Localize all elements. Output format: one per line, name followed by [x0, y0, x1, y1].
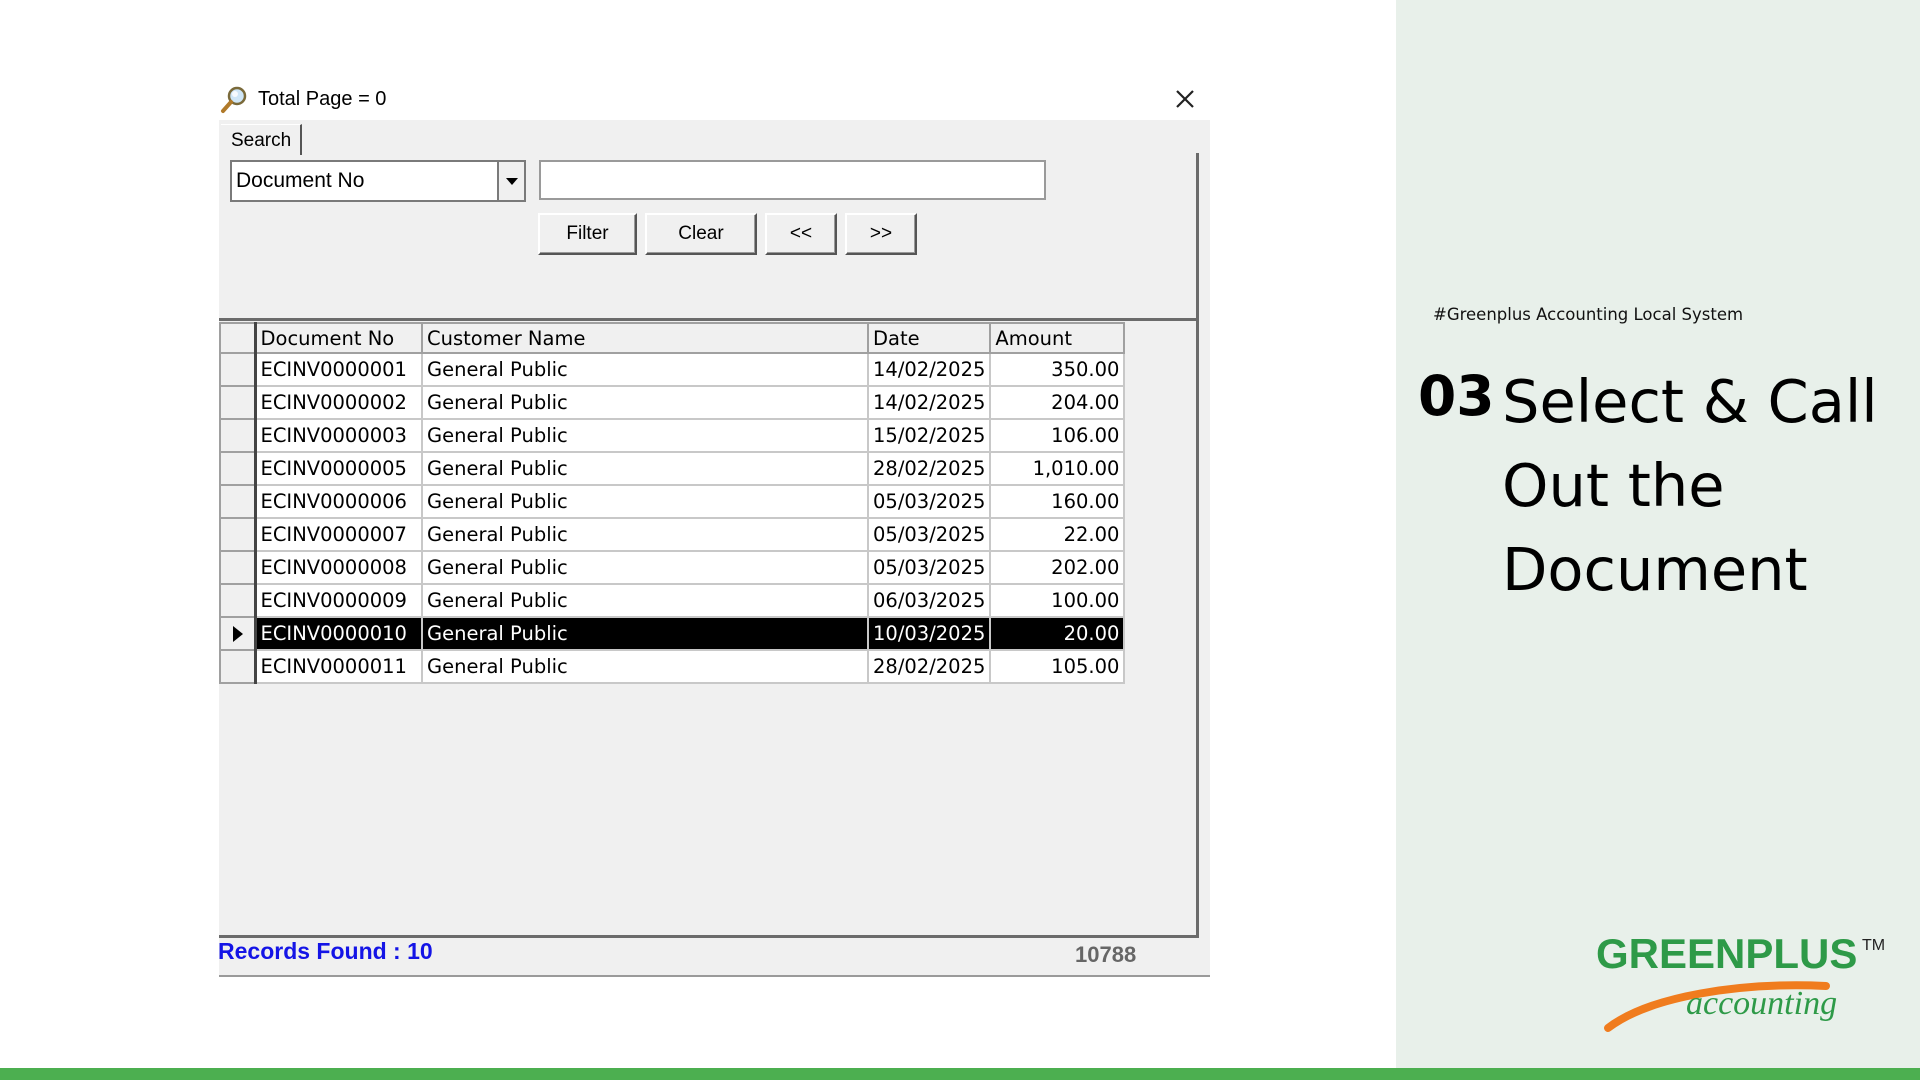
row-header[interactable] — [219, 385, 257, 420]
row-header[interactable] — [219, 583, 257, 618]
status-divider — [219, 975, 1210, 977]
row-header[interactable] — [219, 517, 257, 552]
row-header[interactable] — [219, 484, 257, 519]
records-found: Records Found : 10 — [218, 938, 433, 964]
cell-amount[interactable]: 204.00 — [989, 385, 1126, 420]
step-title: Select & Call Out the Document — [1502, 367, 1878, 604]
cell-amount[interactable]: 100.00 — [989, 583, 1126, 618]
close-icon[interactable] — [1170, 84, 1200, 114]
cell-customer-name[interactable]: General Public — [421, 352, 869, 387]
clear-button-label: Clear — [678, 223, 724, 244]
row-header[interactable] — [219, 616, 257, 651]
cell-customer-name[interactable]: General Public — [421, 649, 869, 684]
row-header[interactable] — [219, 550, 257, 585]
cell-date[interactable]: 05/03/2025 — [866, 484, 992, 519]
table-row[interactable]: ECINV0000001 General Public 14/02/2025 350.… — [219, 352, 1126, 387]
table-row[interactable]: ECINV0000007 General Public 05/03/2025 22.0… — [219, 517, 1126, 552]
clear-button[interactable]: Clear — [645, 213, 757, 255]
cell-document-no[interactable]: ECINV0000007 — [254, 517, 423, 552]
chevron-down-icon[interactable] — [497, 162, 524, 200]
filter-button[interactable]: Filter — [538, 213, 637, 255]
search-field-value: Document No — [236, 169, 365, 192]
cell-document-no[interactable]: ECINV0000010 — [254, 616, 423, 651]
cell-document-no[interactable]: ECINV0000011 — [254, 649, 423, 684]
cell-customer-name[interactable]: General Public — [421, 583, 869, 618]
greenplus-logo: GREENPLUS TM accounting — [1596, 930, 1885, 1032]
cell-date[interactable]: 05/03/2025 — [866, 517, 992, 552]
cell-amount[interactable]: 106.00 — [989, 418, 1126, 453]
logo-brand: GREENPLUS — [1596, 930, 1857, 977]
dialog-title: Total Page = 0 — [258, 87, 387, 110]
table-row[interactable]: ECINV0000010 General Public 10/03/2025 20.0… — [219, 616, 1126, 651]
column-header-customer-name[interactable]: Customer Name — [421, 322, 869, 354]
logo-tm: TM — [1862, 937, 1885, 954]
next-page-button[interactable]: >> — [845, 213, 917, 255]
cell-document-no[interactable]: ECINV0000003 — [254, 418, 423, 453]
column-header-amount[interactable]: Amount — [989, 322, 1126, 354]
cell-document-no[interactable]: ECINV0000001 — [254, 352, 423, 387]
filter-button-label: Filter — [566, 223, 609, 244]
cell-amount[interactable]: 160.00 — [989, 484, 1126, 519]
cell-amount[interactable]: 1,010.00 — [989, 451, 1126, 486]
results-grid: Document No Customer Name Date Amount EC… — [219, 322, 1126, 684]
cell-customer-name[interactable]: General Public — [421, 616, 869, 651]
record-code: 10788 — [1075, 942, 1137, 967]
row-header[interactable] — [219, 418, 257, 453]
search-input[interactable] — [539, 160, 1046, 200]
cell-customer-name[interactable]: General Public — [421, 418, 869, 453]
cell-date[interactable]: 06/03/2025 — [866, 583, 992, 618]
cell-date[interactable]: 05/03/2025 — [866, 550, 992, 585]
cell-document-no[interactable]: ECINV0000006 — [254, 484, 423, 519]
row-header-corner — [219, 322, 257, 354]
row-header[interactable] — [219, 451, 257, 486]
cell-date[interactable]: 14/02/2025 — [866, 352, 992, 387]
cell-date[interactable]: 28/02/2025 — [866, 649, 992, 684]
cell-customer-name[interactable]: General Public — [421, 550, 869, 585]
row-header[interactable] — [219, 352, 257, 387]
table-row[interactable]: ECINV0000002 General Public 14/02/2025 204.… — [219, 385, 1126, 420]
cell-date[interactable]: 14/02/2025 — [866, 385, 992, 420]
cell-amount[interactable]: 20.00 — [989, 616, 1126, 651]
column-header-date[interactable]: Date — [866, 322, 992, 354]
cell-document-no[interactable]: ECINV0000008 — [254, 550, 423, 585]
results-table: Document No Customer Name Date Amount EC… — [219, 322, 1126, 684]
cell-document-no[interactable]: ECINV0000005 — [254, 451, 423, 486]
cell-document-no[interactable]: ECINV0000009 — [254, 583, 423, 618]
tab-search[interactable]: Search — [221, 124, 302, 155]
tagline: #Greenplus Accounting Local System — [1433, 305, 1744, 324]
bottom-accent-bar — [0, 1068, 1920, 1080]
search-field-select[interactable]: Document No — [230, 160, 526, 202]
magnifier-icon — [221, 86, 247, 113]
table-row[interactable]: ECINV0000005 General Public 28/02/2025 1,01… — [219, 451, 1126, 486]
row-pointer-icon — [233, 625, 243, 642]
cell-customer-name[interactable]: General Public — [421, 385, 869, 420]
table-row[interactable]: ECINV0000011 General Public 28/02/2025 105.… — [219, 649, 1126, 684]
step-number: 03 — [1418, 364, 1495, 428]
cell-document-no[interactable]: ECINV0000002 — [254, 385, 423, 420]
table-row[interactable]: ECINV0000003 General Public 15/02/2025 106.… — [219, 418, 1126, 453]
cell-amount[interactable]: 105.00 — [989, 649, 1126, 684]
prev-page-button-label: << — [789, 223, 813, 244]
table-row[interactable]: ECINV0000008 General Public 05/03/2025 202.… — [219, 550, 1126, 585]
table-row[interactable]: ECINV0000006 General Public 05/03/2025 160.… — [219, 484, 1126, 519]
cell-customer-name[interactable]: General Public — [421, 517, 869, 552]
next-page-button-label: >> — [869, 223, 893, 244]
cell-amount[interactable]: 202.00 — [989, 550, 1126, 585]
cell-amount[interactable]: 22.00 — [989, 517, 1126, 552]
table-row[interactable]: ECINV0000009 General Public 06/03/2025 100.… — [219, 583, 1126, 618]
column-header-document-no[interactable]: Document No — [254, 322, 423, 354]
cell-amount[interactable]: 350.00 — [989, 352, 1126, 387]
cell-customer-name[interactable]: General Public — [421, 484, 869, 519]
table-header-row: Document No Customer Name Date Amount — [219, 322, 1126, 354]
cell-date[interactable]: 10/03/2025 — [866, 616, 992, 651]
dialog-title-bar: Total Page = 0 — [220, 82, 386, 116]
cell-customer-name[interactable]: General Public — [421, 451, 869, 486]
prev-page-button[interactable]: << — [765, 213, 837, 255]
cell-date[interactable]: 28/02/2025 — [866, 451, 992, 486]
row-header[interactable] — [219, 649, 257, 684]
cell-date[interactable]: 15/02/2025 — [866, 418, 992, 453]
logo-sub: accounting — [1686, 985, 1837, 1022]
